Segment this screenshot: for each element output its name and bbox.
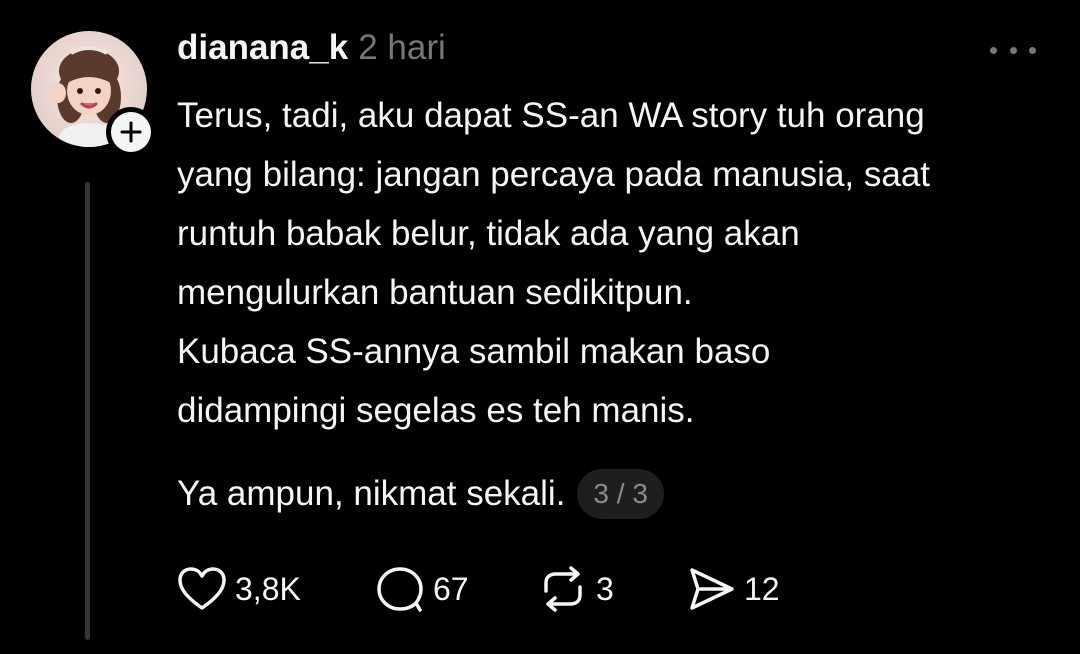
thread-line bbox=[85, 182, 90, 640]
more-dots-icon bbox=[1009, 46, 1017, 54]
post-text-line: runtuh babak belur, tidak ada yang akan bbox=[177, 214, 800, 253]
follow-button-circle bbox=[111, 112, 151, 152]
action-bar: 3,8K 67 3 12 bbox=[177, 563, 780, 615]
plus-icon bbox=[120, 121, 142, 143]
post-body: Terus, tadi, aku dapat SS-an WA story tu… bbox=[177, 86, 1057, 523]
post-text-line: Kubaca SS-annya sambil makan baso bbox=[177, 332, 771, 371]
post-time: 2 hari bbox=[358, 28, 446, 67]
post-header: dianana_k 2 hari bbox=[177, 28, 446, 74]
post-text-line: yang bilang: jangan percaya pada manusia… bbox=[177, 155, 931, 194]
heart-icon bbox=[178, 567, 226, 610]
reply-button[interactable]: 67 bbox=[375, 565, 538, 613]
post-text-line: Terus, tadi, aku dapat SS-an WA story tu… bbox=[177, 96, 925, 135]
username[interactable]: dianana_k bbox=[177, 28, 348, 68]
follow-button[interactable] bbox=[106, 107, 156, 157]
like-count: 3,8K bbox=[235, 570, 301, 607]
send-icon bbox=[690, 568, 734, 610]
repost-icon bbox=[544, 566, 582, 612]
comment-bubble-icon bbox=[377, 567, 423, 612]
more-dots-icon bbox=[1029, 46, 1036, 54]
thread-pager-badge: 3 / 3 bbox=[577, 468, 664, 519]
reply-count: 67 bbox=[433, 570, 469, 607]
repost-button[interactable]: 3 bbox=[538, 566, 686, 612]
more-dots-icon bbox=[990, 46, 997, 54]
post-text-line: Ya ampun, nikmat sekali. bbox=[177, 474, 566, 513]
share-count: 12 bbox=[744, 570, 780, 607]
post-text-line: didampingi segelas es teh manis. bbox=[177, 391, 695, 430]
more-options-button[interactable] bbox=[990, 38, 1036, 62]
share-button[interactable]: 12 bbox=[686, 566, 780, 612]
last-line-row: Ya ampun, nikmat sekali. 3 / 3 bbox=[177, 464, 1057, 523]
repost-count: 3 bbox=[596, 570, 614, 607]
post-text-line: mengulurkan bantuan sedikitpun. bbox=[177, 273, 693, 312]
like-button[interactable]: 3,8K bbox=[177, 566, 375, 612]
